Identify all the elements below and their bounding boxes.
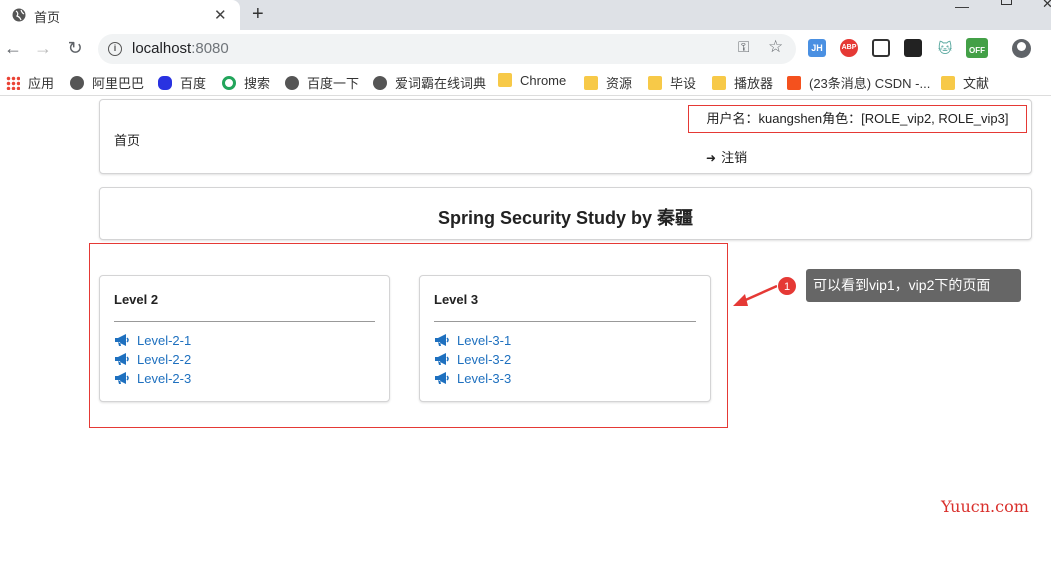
cat-extension-icon[interactable]: 🐱 xyxy=(936,39,954,57)
bookmarks-bar: 应用 阿里巴巴 百度 搜索 百度一下 爱词霸在线词典 Chrome 资源 毕设 … xyxy=(0,68,1051,96)
browser-tab[interactable]: 首页 ✕ xyxy=(0,0,240,30)
maximize-button[interactable] xyxy=(1001,0,1012,5)
title-card: Spring Security Study by 秦疆 xyxy=(99,187,1032,240)
address-bar[interactable]: i localhost:8080 ⚿ ☆ xyxy=(98,34,796,64)
level-2-3-link[interactable]: Level-2-3 xyxy=(114,371,191,386)
bookmark-search[interactable]: 搜索 xyxy=(222,73,270,92)
bullhorn-icon xyxy=(115,334,129,346)
adblock-icon[interactable]: ABP xyxy=(840,39,858,57)
bullhorn-icon xyxy=(115,353,129,365)
tampermonkey-icon[interactable] xyxy=(904,39,922,57)
user-role-text: 用户名：kuangshen角色：[ROLE_vip2, ROLE_vip3] xyxy=(706,111,1009,126)
bookmark-alibaba[interactable]: 阿里巴巴 xyxy=(70,73,144,92)
key-icon[interactable]: ⚿ xyxy=(738,39,749,56)
apps-grid-icon xyxy=(6,76,20,90)
bookmark-apps[interactable]: 应用 xyxy=(6,73,54,92)
level-header: Level 2 xyxy=(114,292,159,307)
folder-icon xyxy=(584,76,598,90)
logout-link[interactable]: ➜ 注销 xyxy=(706,147,747,166)
home-link[interactable]: 首页 xyxy=(114,130,140,149)
bookmark-baidu[interactable]: 百度 xyxy=(158,73,206,92)
tab-title: 首页 xyxy=(34,10,61,25)
reload-icon[interactable]: ↻ xyxy=(65,38,85,59)
baidu-paw-icon xyxy=(158,76,172,90)
qrcode-icon[interactable] xyxy=(872,39,890,57)
annotation-label: 可以看到vip1，vip2下的页面 xyxy=(806,269,1021,302)
annotation-badge: 1 xyxy=(777,276,797,296)
level-3-card: Level 3 Level-3-1 Level-3-2 Level-3-3 xyxy=(419,275,711,402)
watermark-text: Yuucn.com xyxy=(941,497,1029,516)
page-title: Spring Security Study by 秦疆 xyxy=(437,208,694,228)
forward-arrow-icon[interactable]: → xyxy=(33,38,53,59)
close-tab-icon[interactable]: ✕ xyxy=(214,6,227,24)
globe-icon xyxy=(70,76,84,90)
bullhorn-icon xyxy=(435,372,449,384)
annotation-arrow-icon xyxy=(733,284,778,306)
folder-icon xyxy=(712,76,726,90)
globe-icon xyxy=(12,8,26,22)
browser-toolbar: ← → ↻ i localhost:8080 ⚿ ☆ JH ABP 🐱 OFF xyxy=(0,30,1051,68)
minimize-button[interactable]: — xyxy=(955,0,969,14)
level-3-1-link[interactable]: Level-3-1 xyxy=(434,333,511,348)
folder-icon xyxy=(941,76,955,90)
extension-jh-icon[interactable]: JH xyxy=(808,39,826,57)
back-arrow-icon[interactable]: ← xyxy=(3,38,23,59)
folder-icon xyxy=(498,73,512,87)
close-window-button[interactable]: ✕ xyxy=(1042,0,1051,12)
csdn-icon xyxy=(787,76,801,90)
account-icon[interactable] xyxy=(1012,39,1031,58)
info-icon[interactable]: i xyxy=(108,42,122,56)
bookmark-folder-literature[interactable]: 文献 xyxy=(941,73,989,92)
globe-icon xyxy=(373,76,387,90)
level-header: Level 3 xyxy=(434,292,479,307)
bookmark-folder-resources[interactable]: 资源 xyxy=(584,73,632,92)
new-tab-button[interactable]: + xyxy=(252,3,264,26)
top-menu-card: 首页 用户名：kuangshen角色：[ROLE_vip2, ROLE_vip3… xyxy=(99,99,1032,174)
folder-icon xyxy=(648,76,662,90)
url-text[interactable]: localhost:8080 xyxy=(132,40,229,57)
bullhorn-icon xyxy=(435,353,449,365)
user-info-highlight: 用户名：kuangshen角色：[ROLE_vip2, ROLE_vip3] xyxy=(688,105,1027,133)
browser-tab-bar: 首页 ✕ + — ✕ xyxy=(0,0,1051,30)
level-3-2-link[interactable]: Level-3-2 xyxy=(434,352,511,367)
bookmark-star-icon[interactable]: ☆ xyxy=(768,37,783,57)
level-3-3-link[interactable]: Level-3-3 xyxy=(434,371,511,386)
bookmark-folder-player[interactable]: 播放器 xyxy=(712,73,773,92)
bookmark-folder-chrome[interactable]: Chrome xyxy=(498,73,566,88)
bookmark-folder-graduation[interactable]: 毕设 xyxy=(648,73,696,92)
divider xyxy=(434,321,696,322)
sign-out-icon: ➜ xyxy=(706,151,717,165)
bullhorn-icon xyxy=(435,334,449,346)
bookmark-csdn[interactable]: (23条消息) CSDN -... xyxy=(787,73,930,92)
bullhorn-icon xyxy=(115,372,129,384)
level-2-1-link[interactable]: Level-2-1 xyxy=(114,333,191,348)
globe-icon xyxy=(285,76,299,90)
divider xyxy=(114,321,375,322)
off-extension-icon[interactable]: OFF xyxy=(966,38,988,58)
bookmark-baidu-yixia[interactable]: 百度一下 xyxy=(285,73,359,92)
bookmark-iciba[interactable]: 爱词霸在线词典 xyxy=(373,73,486,92)
level-2-card: Level 2 Level-2-1 Level-2-2 Level-2-3 xyxy=(99,275,390,402)
search-logo-icon xyxy=(222,76,236,90)
level-2-2-link[interactable]: Level-2-2 xyxy=(114,352,191,367)
